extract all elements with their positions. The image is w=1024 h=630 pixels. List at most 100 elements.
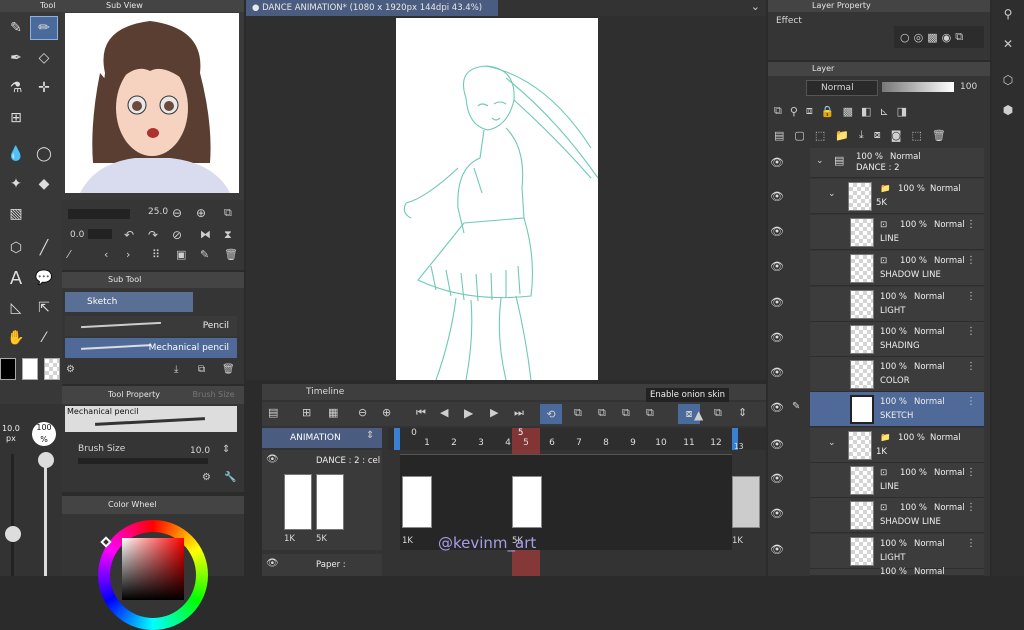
layer-row-color-5k[interactable]: 100 % Normal COLOR ⋮ xyxy=(810,357,984,392)
cel-icon-4[interactable]: ⧉ xyxy=(646,406,654,420)
opacity-slider-handle[interactable] xyxy=(38,452,54,468)
rotate-left-icon[interactable]: ↶ xyxy=(124,228,134,242)
layer-row-shadow-line-5k[interactable]: ⊡ 100 % Normal SHADOW LINE ⋮ xyxy=(810,251,984,286)
visibility-eye-icon[interactable]: 👁 xyxy=(770,543,784,556)
move-tool-icon[interactable]: ✛ xyxy=(30,76,58,100)
next-icon[interactable]: › xyxy=(126,248,130,261)
layer-menu-icon[interactable]: ⋮ xyxy=(966,326,976,337)
cel-icon-3[interactable]: ⧉ xyxy=(622,406,630,420)
layer-menu-icon[interactable]: ⋮ xyxy=(966,467,976,478)
next-frame-icon[interactable]: ▶ xyxy=(490,406,498,419)
paint-bucket-tool-icon[interactable]: ◆ xyxy=(30,172,58,196)
lock-transparent-icon[interactable]: ▩ xyxy=(843,102,853,120)
zoom-out-timeline-icon[interactable]: ⊖ xyxy=(358,406,367,419)
transform-tool-icon[interactable]: ⊞ xyxy=(2,106,30,130)
marker-tool-icon[interactable]: ✒ xyxy=(2,46,30,70)
clip-layer-icon[interactable]: ⧉ xyxy=(774,102,782,120)
visibility-eye-icon[interactable]: 👁 xyxy=(770,190,784,203)
transfer-down-icon[interactable]: ⤓ xyxy=(859,126,864,144)
cube-icon[interactable]: ⬡ xyxy=(996,68,1020,92)
layer-row-light-1k[interactable]: 100 % Normal LIGHT ⋮ xyxy=(810,534,984,569)
zoom-out-icon[interactable]: ⊖ xyxy=(172,206,182,220)
chevron-down-icon[interactable]: ⌄ xyxy=(751,0,760,13)
canvas-tab[interactable]: ● DANCE ANIMATION* (1080 x 1920px 144dpi… xyxy=(246,0,498,16)
trash-icon[interactable]: 🗑 xyxy=(224,248,238,261)
track-collapse-icon[interactable]: ⇕ xyxy=(366,430,374,441)
layer-row-5k[interactable]: ⌄ 📁 100 % Normal 5K xyxy=(810,179,984,214)
visibility-eye-icon[interactable]: 👁 xyxy=(770,366,784,379)
line-tool-icon[interactable]: ╱ xyxy=(30,236,58,260)
sub-tool-item-mechanical-pencil[interactable]: Mechanical pencil xyxy=(65,338,237,358)
balloon-tool-icon[interactable]: 💬 xyxy=(30,266,58,290)
layer-menu-icon[interactable]: ⋮ xyxy=(966,361,976,372)
zoom-in-icon[interactable]: ⊕ xyxy=(196,206,206,220)
brush-size-slider-track[interactable] xyxy=(11,454,14,576)
brush-size-stepper-icon[interactable]: ⇕ xyxy=(222,444,230,455)
collapse-icon[interactable]: ⌄ xyxy=(816,156,824,166)
layer-row-shadow-line-1k[interactable]: ⊡ 100 % Normal SHADOW LINE ⋮ xyxy=(810,498,984,533)
collapse-icon[interactable]: ⌄ xyxy=(828,438,836,448)
edit-icon[interactable]: ✎ xyxy=(200,248,209,261)
eyedropper-icon[interactable]: ⁄ xyxy=(68,248,70,261)
new-folder-icon[interactable]: 📁 xyxy=(835,126,849,144)
layer-menu-icon[interactable]: ⋮ xyxy=(966,538,976,549)
reference-layer-icon[interactable]: ⚲ xyxy=(790,102,798,120)
layer-menu-icon[interactable]: ⋮ xyxy=(966,255,976,266)
frame-cel-5k[interactable] xyxy=(512,476,542,528)
cel-icon-1[interactable]: ⧉ xyxy=(574,406,582,420)
opacity-slider[interactable] xyxy=(882,82,954,92)
pencil-tool-icon[interactable]: ✏ xyxy=(30,16,58,40)
rotate-right-icon[interactable]: ↷ xyxy=(148,228,158,242)
tone-effect-icon[interactable]: ▩ xyxy=(927,31,937,44)
gradient-tool-icon[interactable]: ▧ xyxy=(2,202,30,226)
operation-tool-icon[interactable]: ⇱ xyxy=(30,296,58,320)
material-icon[interactable]: ✕ xyxy=(996,32,1020,56)
main-color-swatch[interactable] xyxy=(0,358,16,380)
copy-icon[interactable]: ⧉ xyxy=(198,364,205,375)
layer-row-line-5k[interactable]: ⊡ 100 % Normal LINE ⋮ xyxy=(810,215,984,250)
text-tool-icon[interactable]: A xyxy=(2,266,30,290)
angle-slider[interactable] xyxy=(88,229,112,239)
brush-size-slider-handle[interactable] xyxy=(5,526,21,542)
layer-row-dance[interactable]: ⌄ ▤ 100 % Normal DANCE : 2 xyxy=(810,148,984,178)
zoom-in-timeline-icon[interactable]: ⊕ xyxy=(382,406,391,419)
tool-property-wrench-icon[interactable]: 🔧 xyxy=(224,472,236,483)
layer-search-icon[interactable]: ⬢ xyxy=(996,98,1020,122)
new-vector-layer-icon[interactable]: ⬚ xyxy=(815,126,825,144)
eraser-tool-icon[interactable]: ◇ xyxy=(30,46,58,70)
delete-layer-icon[interactable]: 🗑 xyxy=(932,126,946,144)
layer-color-icon[interactable]: ◉ xyxy=(942,31,952,44)
visibility-eye-icon[interactable]: 👁 xyxy=(770,507,784,520)
new-layer-icon[interactable]: ▤ xyxy=(774,126,784,144)
ruler-tool-icon[interactable]: ◺ xyxy=(2,296,30,320)
layer-menu-icon[interactable]: ⋮ xyxy=(966,219,976,230)
reference-icon[interactable]: ▣ xyxy=(176,248,186,261)
prev-frame-icon[interactable]: ◀ xyxy=(440,406,448,419)
zoom-slider[interactable] xyxy=(68,209,130,219)
timeline-more-icon[interactable]: ⇕ xyxy=(738,406,747,419)
download-icon[interactable]: ⤓ xyxy=(174,364,178,375)
layer-menu-icon[interactable]: ⋮ xyxy=(966,396,976,407)
visibility-eye-icon[interactable]: 👁 xyxy=(770,296,784,309)
cel-thumb-5k[interactable] xyxy=(316,474,344,530)
canvas-workspace[interactable] xyxy=(246,16,766,380)
layer-row-1k[interactable]: ⌄ 📁 100 % Normal 1K xyxy=(810,428,984,463)
apply-mask-icon[interactable]: ⬚ xyxy=(911,126,921,144)
eyedropper-tool-icon[interactable]: ⁄ xyxy=(30,326,58,350)
layer-menu-icon[interactable]: ⋮ xyxy=(966,291,976,302)
first-frame-icon[interactable]: ⏮ xyxy=(416,406,426,420)
color-square[interactable] xyxy=(122,538,184,600)
draft-layer-icon[interactable]: ⧈ xyxy=(806,102,813,120)
frame-cel-1k-a[interactable] xyxy=(402,476,432,528)
visibility-eye-icon[interactable]: 👁 xyxy=(770,260,784,273)
blend-tool-icon[interactable]: 💧 xyxy=(2,142,30,166)
search-icon[interactable]: ⚲ xyxy=(996,2,1020,26)
fill-tool-icon[interactable]: ⚗ xyxy=(2,76,30,100)
drawing-canvas[interactable] xyxy=(396,18,598,380)
shape-tool-icon[interactable]: ⬡ xyxy=(2,236,30,260)
brush-size-tab[interactable]: Brush Size xyxy=(192,390,234,399)
mask-icon[interactable]: ◧ xyxy=(861,102,871,120)
visibility-eye-icon[interactable]: 👁 xyxy=(770,225,784,238)
new-animation-folder-icon[interactable]: ▤ xyxy=(268,406,278,419)
paper-track-eye-icon[interactable]: 👁 xyxy=(266,558,279,569)
